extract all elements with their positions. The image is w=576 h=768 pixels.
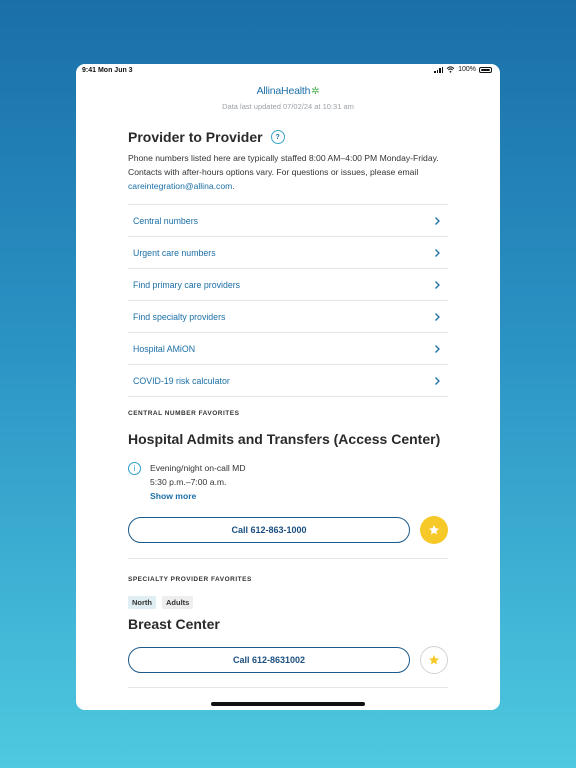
favorite-title: Hospital Admits and Transfers (Access Ce…	[128, 431, 441, 447]
main-content: Provider to Provider ? Phone numbers lis…	[128, 124, 448, 688]
menu-item-specialty-providers[interactable]: Find specialty providers	[128, 301, 448, 333]
region-tag: North	[128, 596, 156, 609]
menu-item-hospital-amion[interactable]: Hospital AMiON	[128, 333, 448, 365]
show-more-link[interactable]: Show more	[150, 489, 246, 503]
menu-item-primary-care[interactable]: Find primary care providers	[128, 269, 448, 301]
central-favorites-label: CENTRAL NUMBER FAVORITES	[128, 410, 240, 417]
age-tag: Adults	[162, 596, 194, 609]
chevron-right-icon	[435, 216, 440, 225]
leaf-icon: ✲	[311, 86, 320, 97]
divider	[128, 687, 448, 688]
star-icon	[429, 655, 439, 665]
battery-percent: 100%	[458, 66, 476, 73]
info-icon: i	[128, 462, 141, 475]
favorite-star-button[interactable]	[420, 646, 448, 674]
info-block: i Evening/night on-call MD 5:30 p.m.–7:0…	[128, 461, 448, 503]
app-window: 9:41 Mon Jun 3 100% AllinaHealth✲ Data l…	[76, 64, 500, 710]
battery-icon	[479, 66, 492, 73]
home-indicator	[211, 702, 365, 706]
email-link[interactable]: careintegration@allina.com	[128, 181, 232, 191]
favorite-star-button[interactable]	[420, 516, 448, 544]
cellular-signal-icon	[434, 66, 444, 73]
status-bar: 9:41 Mon Jun 3 100%	[76, 64, 500, 78]
chevron-right-icon	[435, 376, 440, 385]
menu-item-central-numbers[interactable]: Central numbers	[128, 205, 448, 237]
menu-item-urgent-care[interactable]: Urgent care numbers	[128, 237, 448, 269]
last-updated-text: Data last updated 07/02/24 at 10:31 am	[222, 102, 354, 111]
allina-health-logo: AllinaHealth✲	[256, 85, 320, 97]
chevron-right-icon	[435, 248, 440, 257]
specialty-favorites-label: SPECIALTY PROVIDER FAVORITES	[128, 576, 252, 583]
wifi-icon	[446, 66, 455, 73]
help-icon[interactable]: ?	[270, 130, 285, 144]
tag-list: North Adults	[128, 596, 448, 609]
page-title: Provider to Provider	[128, 129, 263, 145]
status-time: 9:41 Mon Jun 3	[82, 67, 133, 74]
favorite-title: Breast Center	[128, 616, 220, 632]
divider	[128, 558, 448, 559]
nav-menu: Central numbers Urgent care numbers Find…	[128, 204, 448, 397]
intro-text: Phone numbers listed here are typically …	[128, 153, 439, 191]
menu-item-covid-calculator[interactable]: COVID-19 risk calculator	[128, 365, 448, 397]
call-button[interactable]: Call 612-863-1000	[128, 517, 410, 543]
star-filled-icon	[429, 525, 439, 535]
chevron-right-icon	[435, 312, 440, 321]
chevron-right-icon	[435, 344, 440, 353]
call-button[interactable]: Call 612-8631002	[128, 647, 410, 673]
chevron-right-icon	[435, 280, 440, 289]
